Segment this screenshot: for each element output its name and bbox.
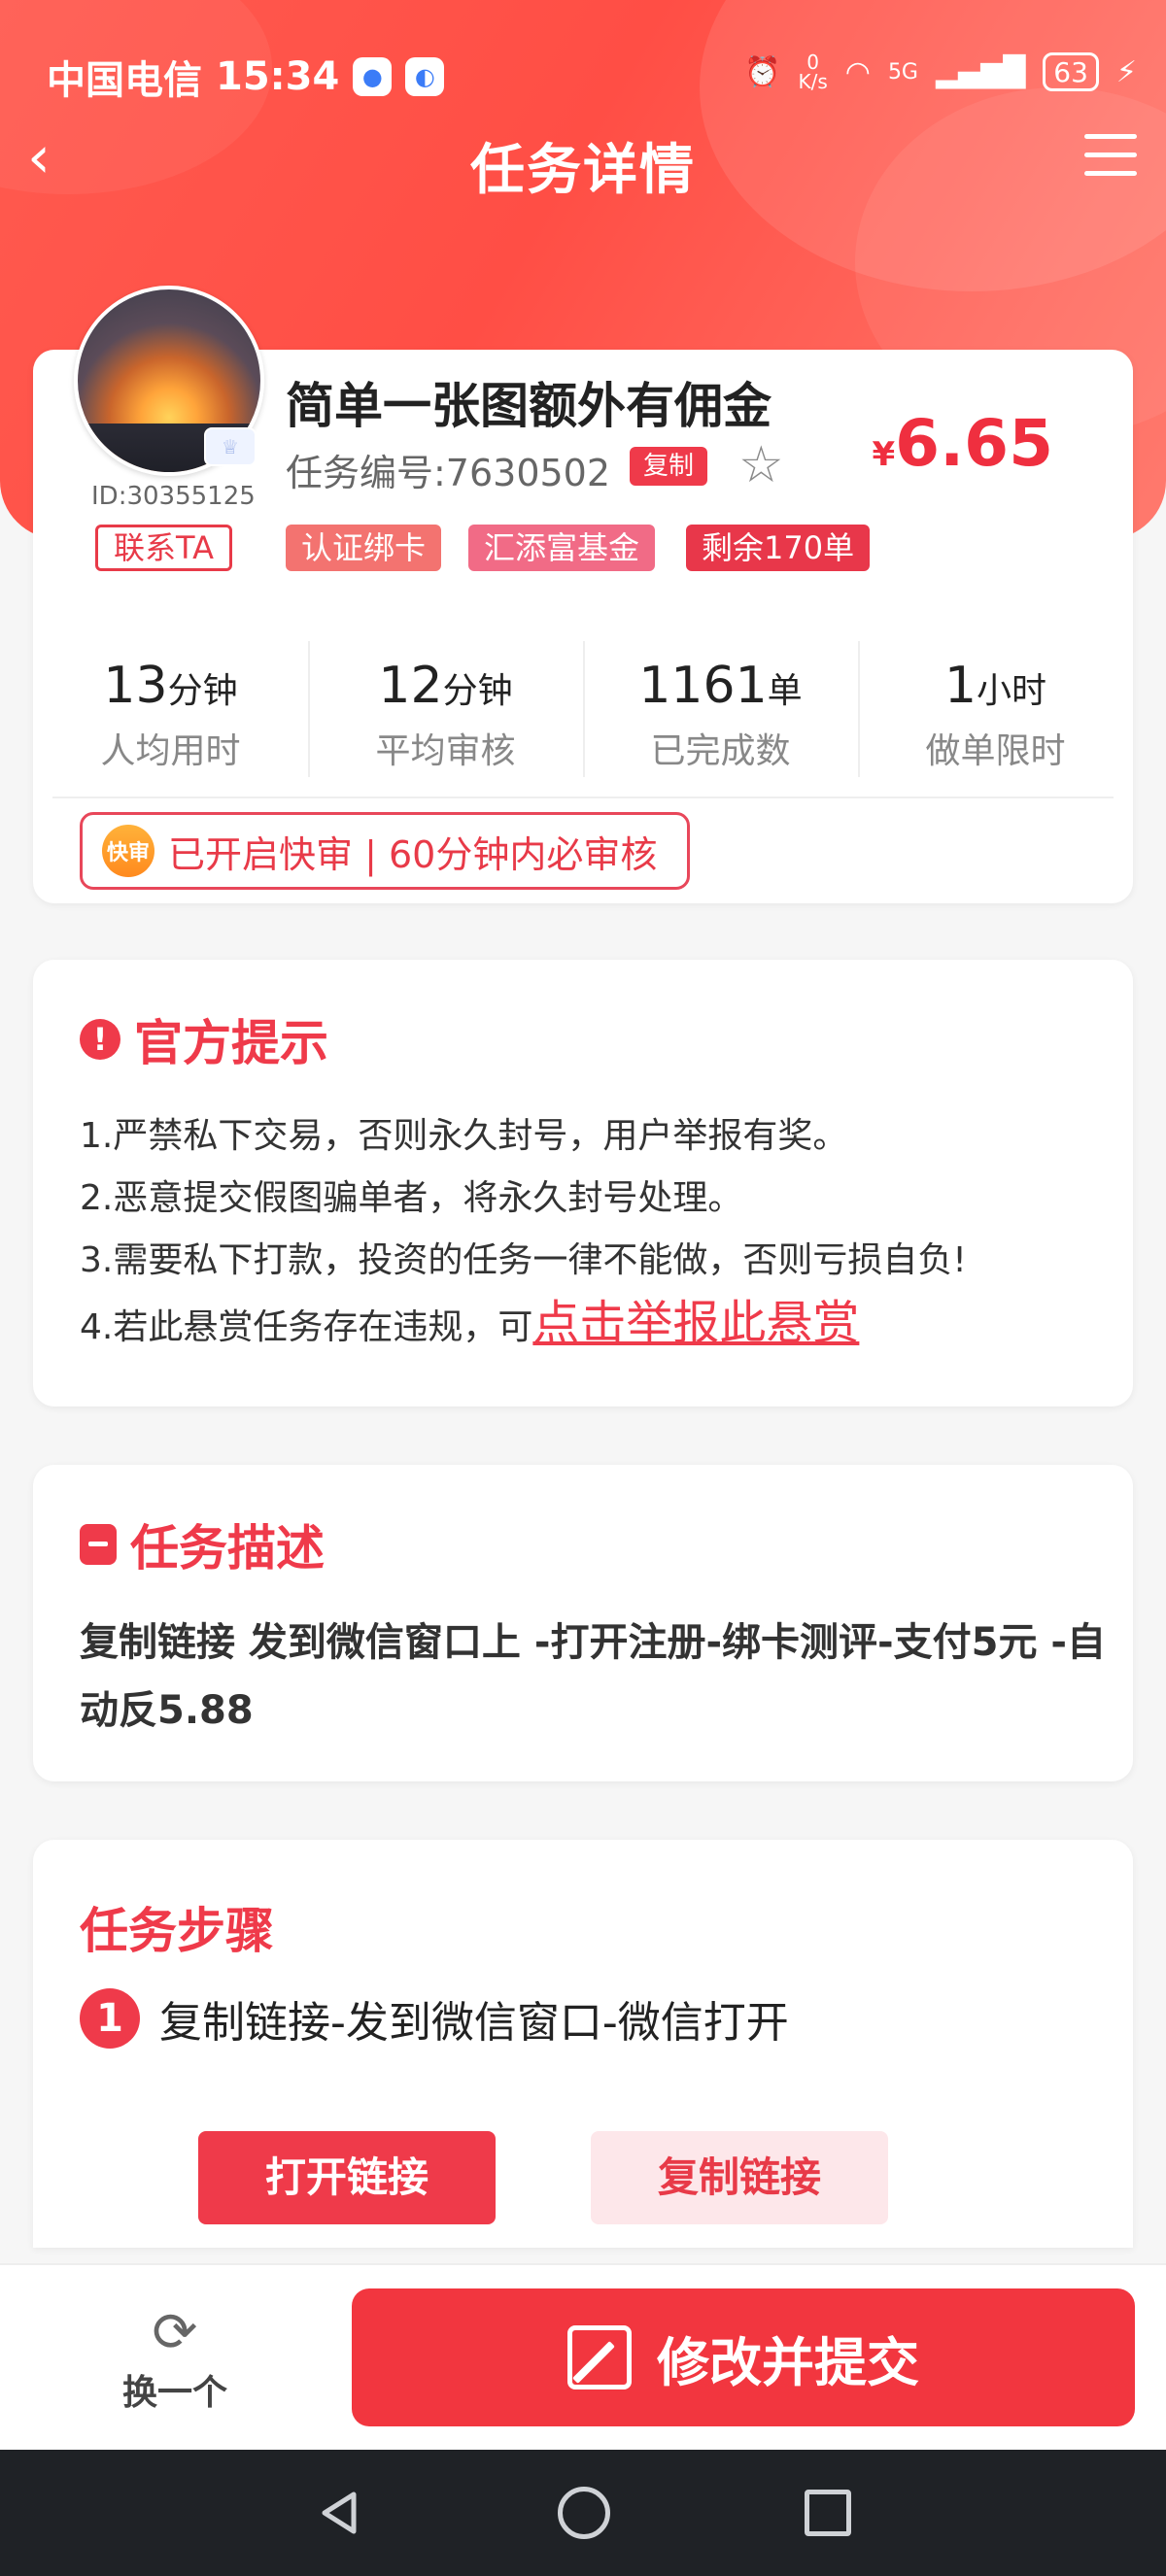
price-currency: ¥ [872, 435, 896, 474]
contact-button[interactable]: 联系TA [95, 525, 232, 571]
copy-number-button[interactable]: 复制 [630, 447, 708, 486]
user-id: ID:30355125 [91, 482, 256, 511]
switch-task-button[interactable]: ⟳ 换一个 [97, 2304, 253, 2415]
official-tips-card: ! 官方提示 1.严禁私下交易，否则永久封号，用户举报有奖。 2.恶意提交假图骗… [33, 960, 1133, 1407]
tag-remaining: 剩余170单 [686, 525, 871, 571]
stat-label: 已完成数 [650, 731, 791, 771]
network-type: 5G [887, 59, 918, 85]
task-summary-card: ♕ ID:30355125 简单一张图额外有佣金 任务编号:7630502 复制… [33, 286, 1133, 903]
browser-app-icon: ◐ [405, 57, 445, 96]
page-title: 任务详情 [470, 139, 696, 202]
stat-unit: 分钟 [442, 671, 513, 711]
stat-label: 做单限时 [925, 731, 1066, 771]
fast-review-text: 已开启快审 | 60分钟内必审核 [168, 832, 658, 876]
tip-item: 1.严禁私下交易，否则永久封号，用户举报有奖。 [80, 1116, 848, 1156]
system-back-icon[interactable] [315, 2489, 363, 2537]
task-detail-page: 中国电信 15:34 ● ◐ ⏰ 0 K/s ◠ 5G ▂▄▆█ 63 ⚡ ‹ … [0, 0, 1166, 2576]
wifi-icon: ◠ [844, 54, 871, 89]
description-text: 复制链接 发到微信窗口上 -打开注册-绑卡测评-支付5元 -自动反5.88 [80, 1620, 1107, 1733]
steps-title: 任务步骤 [80, 1903, 274, 1959]
stat-unit: 分钟 [167, 671, 238, 711]
clock: 15:34 [216, 54, 340, 99]
bottom-action-bar: ⟳ 换一个 修改并提交 [0, 2263, 1166, 2450]
carrier: 中国电信 [47, 58, 202, 103]
tip-item: 3.需要私下打款，投资的任务一律不能做，否则亏损自负! [80, 1240, 967, 1280]
signal-icon: ▂▄▆█ [935, 54, 1026, 89]
divider [52, 797, 1114, 798]
status-bar: 中国电信 15:34 ● ◐ ⏰ 0 K/s ◠ 5G ▂▄▆█ 63 ⚡ [0, 39, 1166, 107]
system-recents-icon[interactable] [805, 2490, 851, 2536]
task-number: 任务编号:7630502 [286, 452, 611, 494]
stat-value: 13 [103, 657, 168, 715]
menu-icon[interactable] [1084, 134, 1137, 181]
stat-completed: 1161单 已完成数 [583, 631, 858, 777]
favorite-star-icon[interactable]: ☆ [738, 439, 791, 491]
task-title: 简单一张图额外有佣金 [286, 378, 772, 434]
edit-icon [567, 2325, 632, 2390]
stat-label: 人均用时 [100, 731, 241, 771]
message-app-icon: ● [353, 57, 393, 96]
tip-item: 2.恶意提交假图骗单者，将永久封号处理。 [80, 1178, 743, 1218]
open-link-button[interactable]: 打开链接 [198, 2131, 496, 2224]
charging-icon: ⚡ [1115, 54, 1137, 89]
refresh-icon: ⟳ [152, 2301, 198, 2364]
system-home-icon[interactable] [558, 2487, 610, 2539]
tips-heading: ! 官方提示 [80, 1004, 328, 1074]
step-item: 1 复制链接-发到微信窗口-微信打开 [80, 1987, 789, 2050]
stat-value: 1161 [638, 657, 768, 715]
alarm-icon: ⏰ [744, 54, 781, 89]
copy-link-button[interactable]: 复制链接 [591, 2131, 888, 2224]
stat-unit: 单 [767, 671, 803, 711]
task-stats: 13分钟 人均用时 12分钟 平均审核 1161单 已完成数 1小时 做单限时 [33, 631, 1133, 777]
net-speed-unit: K/s [798, 70, 828, 93]
document-icon [80, 1524, 117, 1565]
battery-indicator: 63 [1043, 52, 1099, 91]
warning-icon: ! [80, 1019, 120, 1060]
fast-review-banner: 快审 已开启快审 | 60分钟内必审核 [80, 812, 690, 890]
system-nav-bar [0, 2450, 1166, 2576]
stat-value: 1 [943, 657, 977, 715]
price-value: 6.65 [895, 406, 1053, 481]
status-right: ⏰ 0 K/s ◠ 5G ▂▄▆█ 63 ⚡ [744, 52, 1137, 91]
tag-fund: 汇添富基金 [468, 525, 656, 571]
status-left: 中国电信 15:34 ● ◐ [47, 49, 445, 105]
tip-text: 4.若此悬赏任务存在违规，可 [80, 1307, 533, 1347]
submit-label: 修改并提交 [657, 2331, 919, 2393]
vip-crown-icon: ♕ [204, 427, 257, 466]
stat-value: 12 [378, 657, 443, 715]
task-price: ¥6.65 [872, 406, 1053, 481]
switch-label: 换一个 [121, 2373, 227, 2413]
stat-time-limit: 1小时 做单限时 [858, 631, 1133, 777]
modify-submit-button[interactable]: 修改并提交 [352, 2288, 1135, 2426]
step-number: 1 [80, 1988, 140, 2049]
tag-verify-card: 认证绑卡 [286, 525, 442, 571]
task-description-card: 任务描述 复制链接 发到微信窗口上 -打开注册-绑卡测评-支付5元 -自动反5.… [33, 1465, 1133, 1781]
stat-label: 平均审核 [375, 731, 516, 771]
stat-avg-review: 12分钟 平均审核 [308, 631, 583, 777]
fast-review-badge-icon: 快审 [102, 825, 154, 877]
net-speed: 0 K/s [798, 52, 827, 91]
step-text: 复制链接-发到微信窗口-微信打开 [159, 1998, 789, 2048]
stat-unit: 小时 [977, 671, 1047, 711]
report-link[interactable]: 点击举报此悬赏 [532, 1296, 859, 1350]
tip-item: 4.若此悬赏任务存在违规，可点击举报此悬赏 [80, 1292, 967, 1359]
task-steps-card: 任务步骤 1 复制链接-发到微信窗口-微信打开 打开链接 复制链接 [33, 1840, 1133, 2248]
tips-title: 官方提示 [134, 1015, 328, 1071]
description-title: 任务描述 [130, 1520, 325, 1576]
stat-avg-time: 13分钟 人均用时 [33, 631, 308, 777]
tips-list: 1.严禁私下交易，否则永久封号，用户举报有奖。 2.恶意提交假图骗单者，将永久封… [80, 1105, 967, 1359]
nav-bar: ‹ 任务详情 [0, 117, 1166, 204]
description-heading: 任务描述 [80, 1509, 325, 1579]
